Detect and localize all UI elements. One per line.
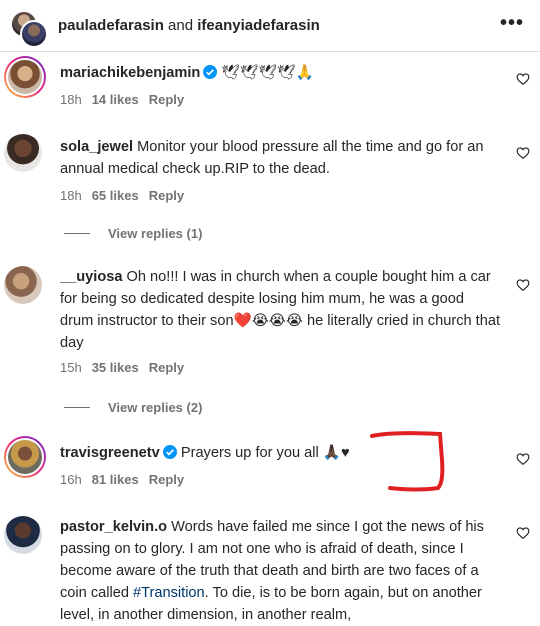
avatar[interactable]	[4, 134, 42, 172]
avatar[interactable]	[4, 266, 42, 304]
comment-text: 🕊🕊🕊🕊🙏	[221, 65, 314, 81]
comment-likes[interactable]: 81 likes	[92, 472, 139, 487]
reply-button[interactable]: Reply	[149, 472, 184, 487]
view-replies-button[interactable]: View replies (1)	[64, 226, 202, 241]
comment-username[interactable]: mariachikebenjamin	[60, 65, 200, 81]
post-authors: pauladefarasin and ifeanyiadefarasin	[58, 17, 320, 34]
comment-text: Prayers up for you all 🙏🏿♥	[180, 445, 350, 461]
reply-button[interactable]: Reply	[149, 92, 184, 107]
author-username[interactable]: pauladefarasin	[58, 17, 164, 34]
like-heart-icon[interactable]	[516, 146, 530, 160]
comment-likes[interactable]: 35 likes	[92, 360, 139, 375]
avatar[interactable]	[20, 20, 48, 48]
author-connector: and	[163, 17, 198, 34]
collab-avatars[interactable]	[8, 10, 48, 48]
comment-meta: 18h 65 likes Reply	[60, 188, 184, 203]
comment-time[interactable]: 18h	[60, 92, 82, 107]
comment-time[interactable]: 18h	[60, 188, 82, 203]
comment-meta: 15h 35 likes Reply	[60, 360, 184, 375]
like-heart-icon[interactable]	[516, 278, 530, 292]
comment-body: sola_jewel Monitor your blood pressure a…	[60, 136, 500, 180]
like-heart-icon[interactable]	[516, 452, 530, 466]
verified-badge-icon	[162, 444, 177, 466]
view-replies-button[interactable]: View replies (2)	[64, 400, 202, 415]
avatar[interactable]	[4, 516, 42, 554]
comment-username[interactable]: travisgreenetv	[60, 445, 160, 461]
comment-body: mariachikebenjamin 🕊🕊🕊🕊🙏	[60, 62, 500, 86]
comment-meta: 16h 81 likes Reply	[60, 472, 184, 487]
comment-body: __uyiosa Oh no!!! I was in church when a…	[60, 266, 500, 354]
view-replies-label: View replies (2)	[108, 400, 203, 415]
comment-username[interactable]: __uyiosa	[60, 269, 122, 285]
view-replies-label: View replies (1)	[108, 226, 203, 241]
like-heart-icon[interactable]	[516, 526, 530, 540]
like-heart-icon[interactable]	[516, 72, 530, 86]
verified-badge-icon	[203, 64, 218, 86]
comment-username[interactable]: pastor_kelvin.o	[60, 519, 167, 535]
reply-button[interactable]: Reply	[149, 188, 184, 203]
hashtag-link[interactable]: #Transition	[133, 585, 205, 601]
comment-meta: 18h 14 likes Reply	[60, 92, 184, 107]
comment-text: Oh no!!! I was in church when a couple b…	[60, 269, 501, 351]
comment-username[interactable]: sola_jewel	[60, 139, 133, 155]
post-header: pauladefarasin and ifeanyiadefarasin •••	[0, 0, 540, 52]
more-horizontal-icon[interactable]: •••	[500, 12, 524, 35]
comment-likes[interactable]: 65 likes	[92, 188, 139, 203]
replies-divider	[64, 233, 90, 234]
avatar[interactable]	[4, 436, 46, 478]
reply-button[interactable]: Reply	[149, 360, 184, 375]
red-annotation-mark	[370, 431, 445, 492]
avatar[interactable]	[4, 56, 46, 98]
comment-time[interactable]: 16h	[60, 472, 82, 487]
comment-time[interactable]: 15h	[60, 360, 82, 375]
comment-body: pastor_kelvin.o Words have failed me sin…	[60, 516, 500, 626]
author-username[interactable]: ifeanyiadefarasin	[197, 17, 320, 34]
replies-divider	[64, 407, 90, 408]
comment-likes[interactable]: 14 likes	[92, 92, 139, 107]
